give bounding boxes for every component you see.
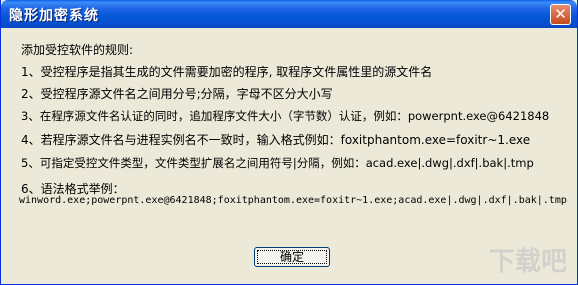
close-icon: ✕ bbox=[554, 5, 567, 23]
rules-heading: 添加受控软件的规则: bbox=[21, 43, 134, 57]
ok-button[interactable]: 确定 bbox=[254, 247, 330, 267]
window-title: 隐形加密系统 bbox=[9, 8, 99, 24]
rule-4: 4、若程序源文件名与进程实例名不一致时，输入格式例如：foxitphantom.… bbox=[21, 133, 531, 147]
rule-5: 5、可指定受控文件类型，文件类型扩展名之间用符号|分隔，例如：acad.exe|… bbox=[21, 156, 534, 170]
rule-2: 2、受控程序源文件名之间用分号;分隔，字母不区分大小写 bbox=[21, 87, 333, 101]
syntax-example: winword.exe;powerpnt.exe@6421848;foxitph… bbox=[19, 195, 567, 206]
rule-1: 1、受控程序是指其生成的文件需要加密的程序, 取程序文件属性里的源文件名 bbox=[21, 65, 433, 79]
rule-3: 3、在程序源文件名认证的同时，追加程序文件大小（字节数）认证，例如：powerp… bbox=[21, 109, 550, 123]
title-bar[interactable]: 隐形加密系统 ✕ bbox=[1, 0, 577, 28]
watermark-logo: 下载吧 bbox=[488, 247, 567, 277]
dialog-window: 隐形加密系统 ✕ 添加受控软件的规则: 1、受控程序是指其生成的文件需要加密的程… bbox=[0, 0, 578, 285]
close-button[interactable]: ✕ bbox=[550, 4, 571, 25]
